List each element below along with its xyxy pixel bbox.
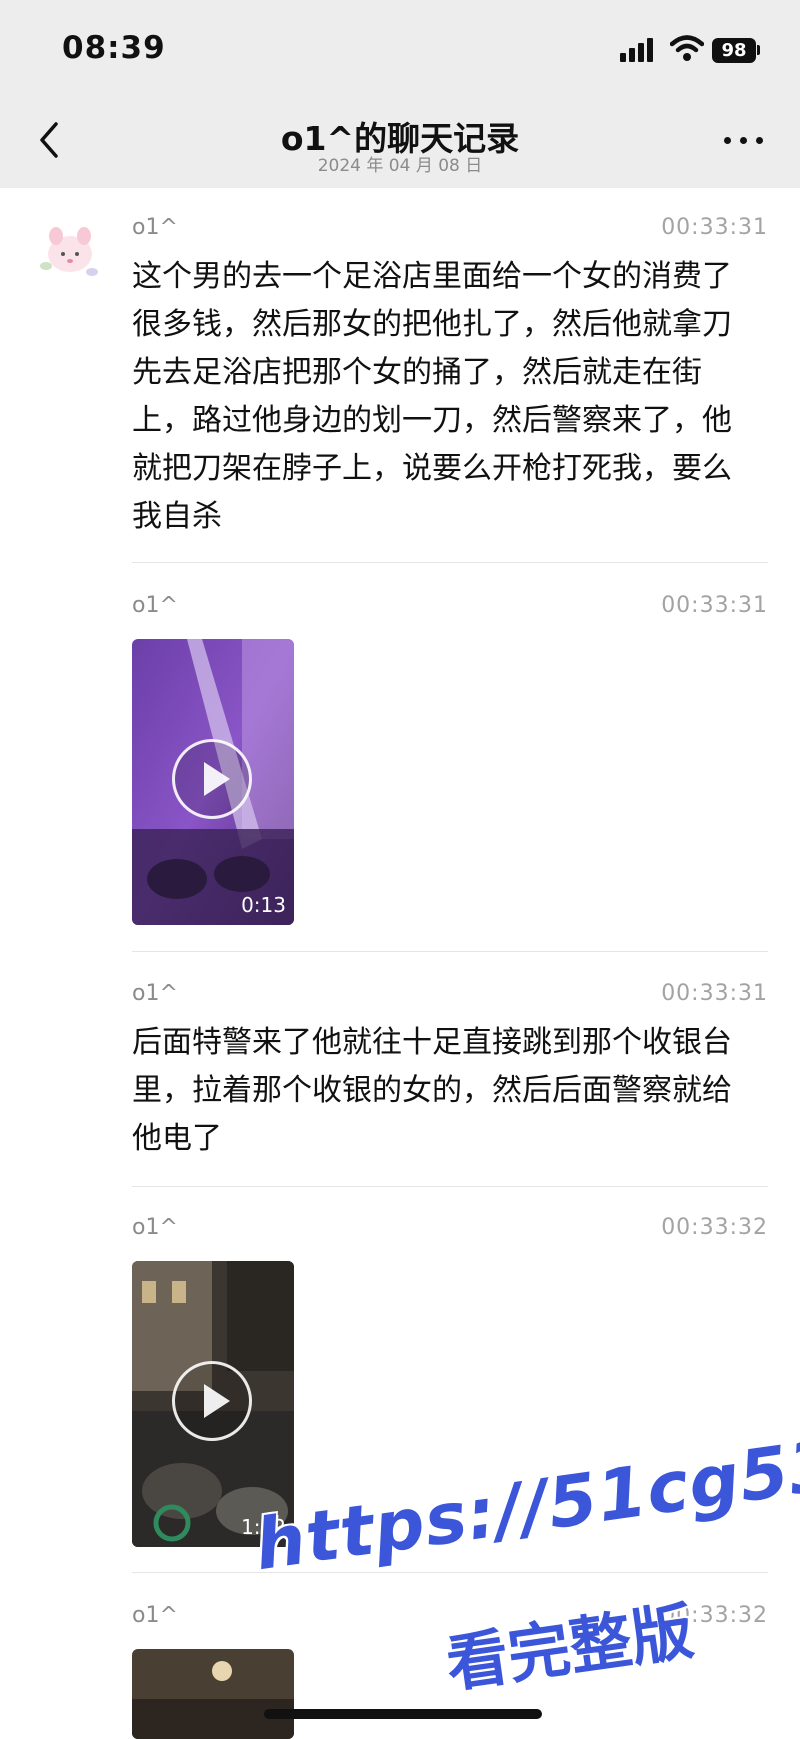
- message-item: o1^ 00:33:31 0:13: [132, 593, 768, 933]
- message-time: 00:33:31: [661, 981, 768, 1006]
- home-indicator: [264, 1709, 542, 1719]
- video-duration: 0:13: [241, 893, 286, 917]
- play-icon[interactable]: [172, 739, 252, 819]
- sender-name: o1^: [132, 1603, 178, 1628]
- divider: [132, 951, 768, 952]
- status-time: 08:39: [62, 30, 166, 66]
- message-text: 后面特警来了他就往十足直接跳到那个收银台里，拉着那个收银的女的，然后后面警察就给…: [132, 1025, 732, 1156]
- signal-icon: [620, 38, 656, 62]
- wifi-icon: [670, 35, 704, 61]
- battery-icon: 98: [712, 38, 756, 63]
- watermark-caption: 看完整版: [441, 1594, 698, 1702]
- sender-name: o1^: [132, 215, 178, 240]
- message-time: 00:33:31: [661, 593, 768, 618]
- message-item: o1^ 00:33:31 后面特警来了他就往十足直接跳到那个收银台里，拉着那个收…: [132, 981, 768, 1181]
- sender-name: o1^: [132, 593, 178, 618]
- message-text: 这个男的去一个足浴店里面给一个女的消费了很多钱，然后那女的把他扎了，然后他就拿刀…: [132, 259, 732, 534]
- avatar[interactable]: [32, 216, 104, 288]
- video-thumbnail[interactable]: 0:13: [132, 639, 294, 925]
- sender-name: o1^: [132, 1215, 178, 1240]
- more-dots-icon[interactable]: [722, 130, 766, 150]
- chat-date: 2024 年 04 月 08 日: [317, 156, 483, 176]
- play-icon[interactable]: [172, 1361, 252, 1441]
- divider: [132, 1186, 768, 1187]
- message-time: 00:33:31: [661, 215, 768, 240]
- watermark: https://51cg53.me 看完整版: [250, 1402, 800, 1733]
- message-item: o1^ 00:33:31 这个男的去一个足浴店里面给一个女的消费了很多钱，然后那…: [132, 215, 768, 535]
- battery-tip: [757, 45, 760, 55]
- message-time: 00:33:32: [661, 1215, 768, 1240]
- divider: [132, 562, 768, 563]
- sender-name: o1^: [132, 981, 178, 1006]
- chat-header: 08:39 98 o1^的聊天记录 2024 年 04 月 08 日: [0, 0, 800, 188]
